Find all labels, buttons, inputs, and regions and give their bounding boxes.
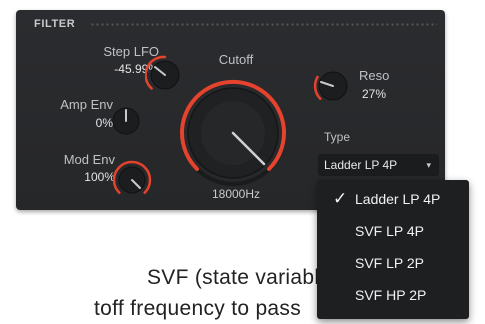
cutoff-value: 18000Hz (211, 187, 261, 201)
mod-env-label: Mod Env (63, 152, 115, 167)
mod-env-knob[interactable] (112, 160, 152, 200)
check-icon: ✓ (333, 189, 348, 208)
chevron-down-icon: ▾ (426, 160, 431, 170)
background-text-line-2: toff frequency to pass (94, 297, 302, 320)
background-text-line-1: SVF (state variable (147, 266, 332, 289)
filter-type-select[interactable]: Ladder LP 4P ▾ (318, 154, 439, 176)
screenshot-root: SVF (state variable toff frequency to pa… (0, 0, 485, 324)
cutoff-knob[interactable] (178, 78, 288, 188)
menu-item-label: Ladder LP 4P (355, 191, 441, 207)
reso-label: Reso (359, 68, 390, 83)
menu-item-svf-hp-2p[interactable]: SVF HP 2P (317, 280, 469, 310)
reso-knob[interactable] (313, 66, 353, 106)
menu-item-svf-lp-2p[interactable]: SVF LP 2P (317, 248, 469, 278)
menu-item-svf-lp-4p[interactable]: SVF LP 4P (317, 216, 469, 246)
menu-item-ladder-lp-4p[interactable]: ✓ Ladder LP 4P (317, 184, 469, 214)
filter-type-selected-value: Ladder LP 4P (324, 158, 398, 172)
menu-item-label: SVF HP 2P (355, 287, 427, 303)
menu-item-label: SVF LP 2P (355, 255, 425, 271)
reso-value: 27% (362, 87, 387, 101)
filter-type-menu: ✓ Ladder LP 4P SVF LP 4P SVF LP 2P SVF H… (317, 180, 469, 319)
cutoff-label: Cutoff (218, 52, 254, 67)
menu-item-label: SVF LP 4P (355, 223, 425, 239)
panel-title: FILTER (34, 18, 76, 30)
amp-env-label: Amp Env (60, 97, 113, 112)
title-divider-dots (90, 23, 437, 26)
amp-env-knob[interactable] (108, 103, 144, 139)
type-label: Type (324, 130, 351, 144)
mod-env-value: 100% (84, 170, 115, 184)
